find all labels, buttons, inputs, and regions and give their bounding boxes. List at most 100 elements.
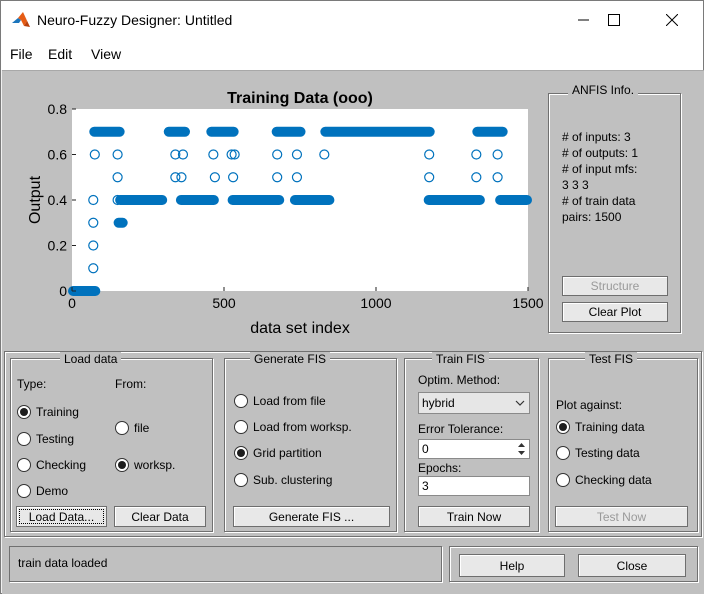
load-data-button[interactable]: Load Data... [16,506,107,527]
radio-icon [115,421,129,435]
data-point-cluster [206,126,239,137]
maximize-button[interactable] [591,5,637,35]
generate-fis-button[interactable]: Generate FIS ... [233,506,390,527]
data-point-cluster [175,195,219,205]
type-demo-radio[interactable]: Demo [17,484,68,498]
training-data-chart: Training Data (ooo) data set index Outpu… [27,90,544,337]
app-window: Neuro-Fuzzy Designer: Untitled File Edit… [0,0,704,594]
type-testing-radio[interactable]: Testing [17,432,74,446]
data-point-cluster [271,126,306,137]
from-workspace-radio[interactable]: worksp. [115,458,175,472]
menu-bar: File Edit View [1,39,703,70]
anfis-info-text: # of inputs: 3 # of outputs: 1 # of inpu… [562,129,638,225]
menu-view[interactable]: View [91,46,121,62]
radio-icon [234,394,248,408]
clear-plot-button[interactable]: Clear Plot [562,302,668,322]
epochs-input[interactable]: 3 [418,476,530,496]
from-file-radio[interactable]: file [115,421,149,435]
radio-icon [234,420,248,434]
x-tick-label: 0 [68,295,76,311]
type-training-radio[interactable]: Training [17,405,79,419]
radio-icon [17,458,31,472]
chart-title: Training Data (ooo) [227,90,373,107]
anfis-info-line: 3 3 3 [562,178,589,192]
status-text: train data loaded [18,556,108,570]
y-tick-label: 0.2 [48,238,68,254]
chevron-down-icon [515,400,525,406]
radio-label: Training data [575,420,645,434]
clear-data-button[interactable]: Clear Data [114,506,206,527]
plot-against-label: Plot against: [556,398,623,412]
y-tick-label: 0.8 [48,101,68,117]
radio-icon [556,446,570,460]
data-point-cluster [289,195,335,205]
y-axis-label: Output [27,175,44,224]
maximize-icon [608,14,620,26]
test-fis-legend: Test FIS [585,352,638,366]
window-title: Neuro-Fuzzy Designer: Untitled [37,12,233,28]
data-point-cluster [472,126,508,137]
anfis-info-line: # of inputs: 3 [562,130,631,144]
menu-edit[interactable]: Edit [48,46,72,62]
generate-fis-legend: Generate FIS [250,352,331,366]
radio-selected-icon [556,420,570,434]
radio-label: Testing [36,432,75,446]
radio-label: Sub. clustering [253,473,333,487]
radio-label: Demo [36,484,69,498]
radio-label: file [134,421,150,435]
grid-partition-radio[interactable]: Grid partition [234,446,322,460]
plot-training-data-radio[interactable]: Training data [556,420,645,434]
data-point-cluster [89,126,125,137]
error-tolerance-label: Error Tolerance: [418,422,504,436]
radio-label: Checking [36,458,87,472]
sub-clustering-radio[interactable]: Sub. clustering [234,473,332,487]
radio-label: worksp. [134,458,176,472]
radio-label: Load from file [253,394,326,408]
spinner-arrows-icon[interactable] [517,442,526,456]
error-tolerance-input[interactable]: 0 [418,439,530,459]
type-label: Type: [17,377,47,391]
close-icon [666,14,678,26]
help-button[interactable]: Help [459,554,565,577]
plot-testing-data-radio[interactable]: Testing data [556,446,640,460]
x-axis-label: data set index [250,320,350,337]
radio-selected-icon [234,446,248,460]
data-point-cluster [227,195,285,205]
matlab-logo-icon [12,12,30,27]
radio-icon [234,473,248,487]
data-point-cluster [495,195,532,205]
optim-method-value: hybrid [422,396,455,410]
title-bar: Neuro-Fuzzy Designer: Untitled [1,1,703,39]
data-point-cluster [423,195,485,205]
x-tick-label: 500 [212,295,236,311]
train-fis-legend: Train FIS [432,352,489,366]
data-point-cluster [115,195,168,205]
structure-button[interactable]: Structure [562,276,668,296]
close-window-button[interactable] [649,5,695,35]
plot-checking-data-radio[interactable]: Checking data [556,473,652,487]
anfis-info-line: # of input mfs: [562,162,638,176]
load-from-workspace-radio[interactable]: Load from worksp. [234,420,352,434]
close-button[interactable]: Close [578,554,686,577]
train-now-button[interactable]: Train Now [418,506,530,527]
data-point-cluster [320,126,435,137]
minimize-icon [578,19,589,21]
y-tick-label: 0.4 [48,192,68,208]
radio-label: Training [36,405,79,419]
data-point-cluster [113,217,128,228]
optim-method-label: Optim. Method: [418,373,501,387]
test-now-button[interactable]: Test Now [555,506,688,527]
radio-selected-icon [115,458,129,472]
load-from-file-radio[interactable]: Load from file [234,394,326,408]
status-bar: train data loaded [9,546,442,582]
radio-label: Checking data [575,473,652,487]
menu-file[interactable]: File [10,46,33,62]
x-tick-label: 1000 [360,295,391,311]
x-tick-label: 1500 [512,295,543,311]
type-checking-radio[interactable]: Checking [17,458,86,472]
radio-icon [556,473,570,487]
radio-label: Load from worksp. [253,420,352,434]
radio-icon [17,432,31,446]
optim-method-dropdown[interactable]: hybrid [418,392,530,414]
data-point-cluster [163,126,190,137]
